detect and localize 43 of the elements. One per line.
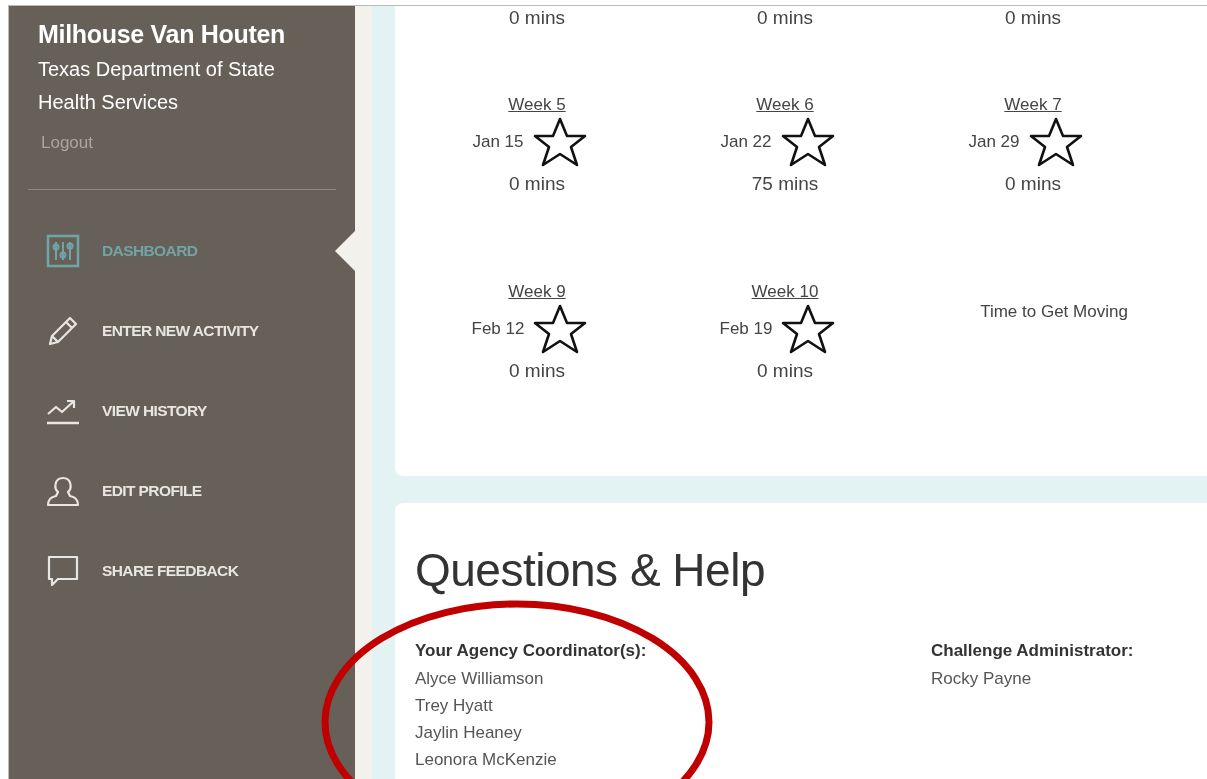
week-link[interactable]: Week 6 [756, 95, 814, 115]
week-link[interactable]: Week 10 [751, 282, 819, 302]
week-date: Feb 12 [471, 319, 525, 339]
contact-heading: Your Agency Coordinator(s): [415, 641, 648, 661]
person-icon [46, 474, 80, 508]
week-link[interactable]: Week 7 [1004, 95, 1062, 115]
minutes-label: 0 mins [757, 7, 813, 29]
contact-name: Alyce Williamson [415, 668, 545, 690]
week-link[interactable]: Week 5 [508, 95, 566, 115]
minutes-label: 0 mins [509, 173, 565, 195]
minutes-label: 0 mins [1005, 7, 1061, 29]
star-icon [1027, 117, 1084, 167]
section-heading: Questions & Help [415, 543, 766, 597]
nav-item[interactable]: EDIT PROFILE [38, 474, 335, 508]
user-name: Milhouse Van Houten [38, 20, 287, 49]
contact-heading: Challenge Administrator: [931, 641, 1135, 661]
logout-link[interactable]: Logout [41, 133, 335, 153]
contact-name: Rocky Payne [931, 668, 1033, 690]
minutes-label: 0 mins [1005, 173, 1061, 195]
contact-name: Trey Hyatt [415, 695, 494, 717]
nav-item[interactable]: VIEW HISTORY [38, 394, 335, 428]
minutes-label: 0 mins [757, 360, 813, 382]
sliders-icon [46, 234, 80, 268]
speech-bubble-icon [46, 554, 80, 588]
pencil-icon [46, 314, 80, 348]
week-date: Jan 29 [968, 132, 1020, 152]
minutes-label: 0 mins [509, 360, 565, 382]
star-icon [532, 304, 589, 354]
nav-item[interactable]: ENTER NEW ACTIVITY [38, 314, 335, 348]
minutes-label: 75 mins [751, 173, 819, 195]
nav-item[interactable]: SHARE FEEDBACK [38, 554, 335, 588]
minutes-label: 0 mins [509, 7, 565, 29]
organization-name: Texas Department of State Health Services [38, 57, 276, 115]
week-date: Feb 19 [719, 319, 773, 339]
star-icon [779, 117, 836, 167]
contact-name: Jaylin Heaney [415, 722, 523, 744]
star-icon [531, 117, 588, 167]
star-icon [780, 304, 837, 354]
week-date: Jan 15 [472, 132, 524, 152]
status-message: Time to Get Moving [980, 302, 1128, 322]
week-link[interactable]: Week 9 [508, 282, 566, 302]
week-date: Jan 22 [720, 132, 772, 152]
contact-name: Leonora McKenzie [415, 749, 558, 771]
